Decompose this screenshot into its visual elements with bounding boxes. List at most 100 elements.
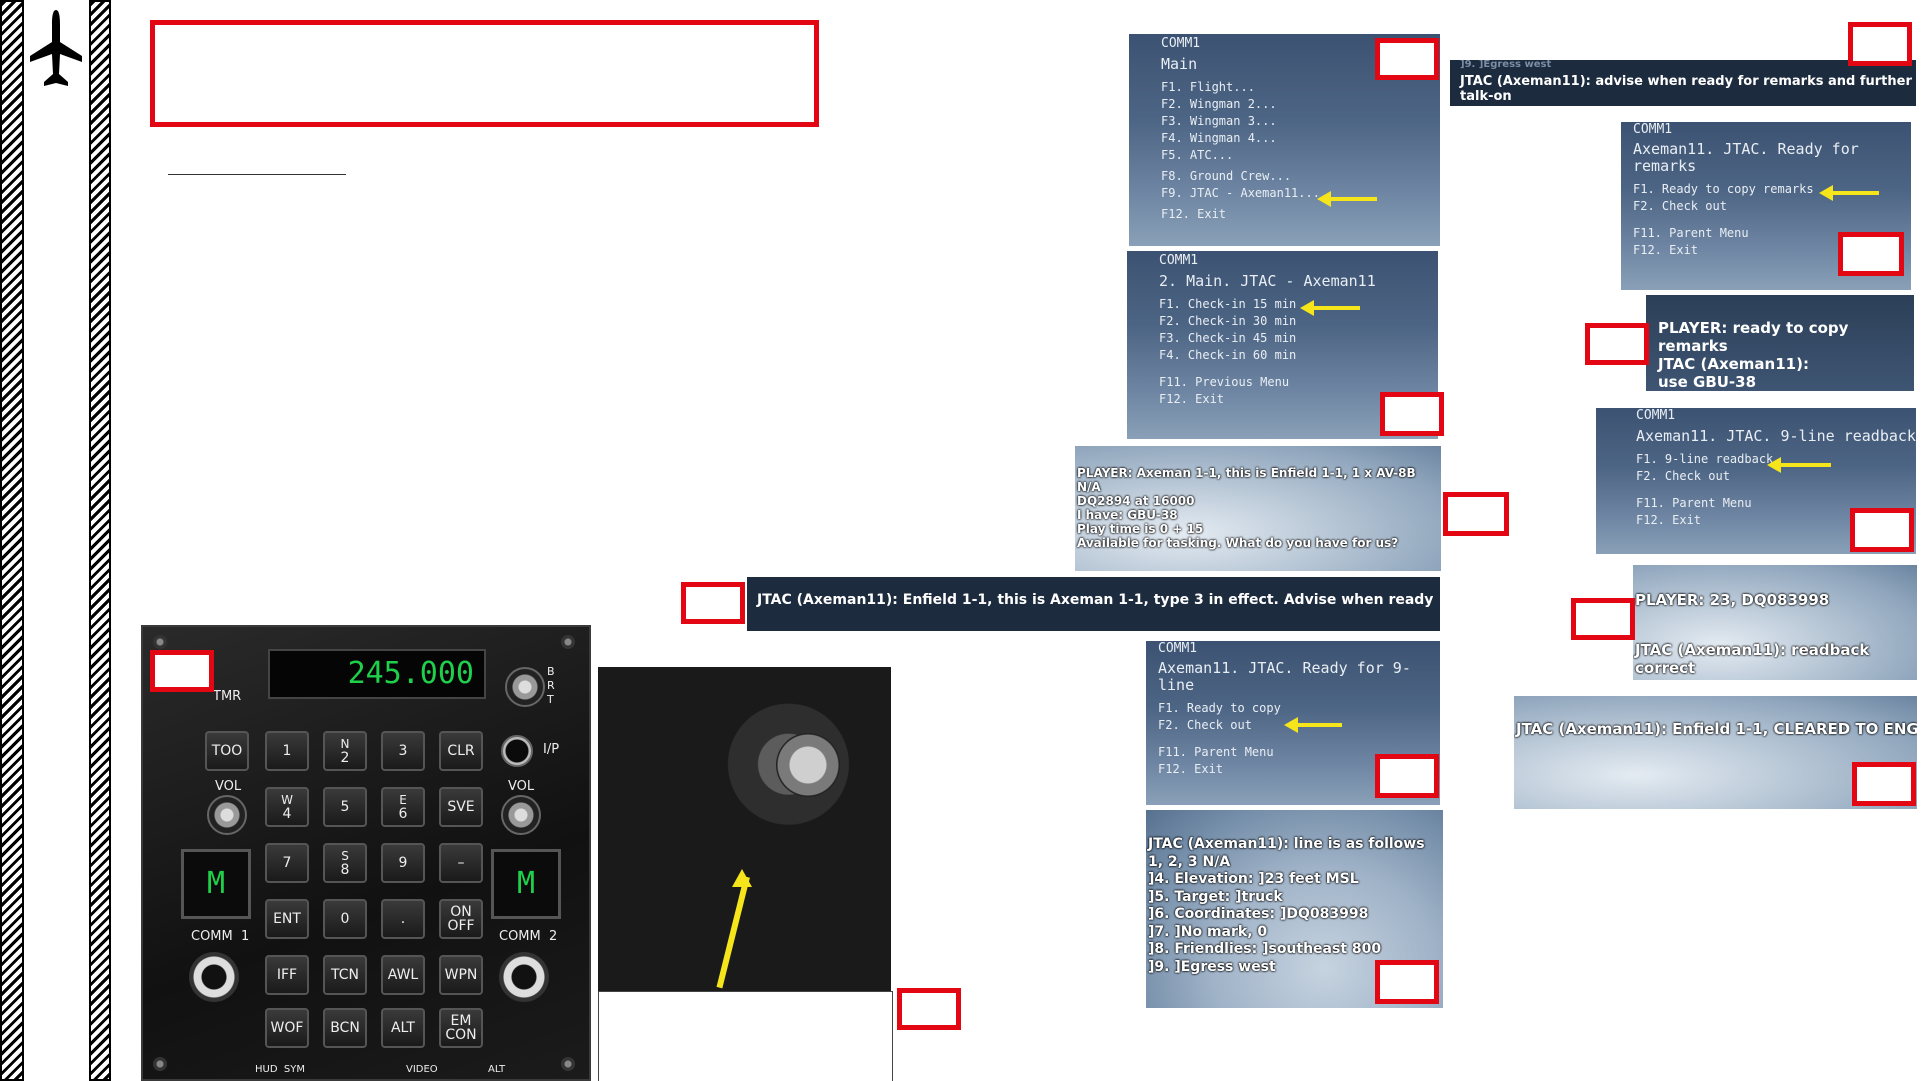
message-line: PLAYER: 23, DQ083998 (1635, 591, 1830, 609)
vol-label-left: VOL (215, 779, 242, 794)
screw-icon (153, 1057, 167, 1071)
airplane-icon (28, 8, 84, 92)
menu-header: COMM1 (1158, 641, 1198, 656)
type3-message-bar: JTAC (Axeman11): Enfield 1-1, this is Ax… (747, 577, 1440, 654)
menu-item[interactable]: F2. Check out (1633, 198, 1911, 215)
vol-knob-right[interactable] (501, 795, 541, 835)
frequency-display: 245.000 (268, 649, 486, 699)
message-line: 1, 2, 3 N/A (1148, 853, 1231, 870)
em-con-key[interactable]: EM CON (439, 1008, 483, 1048)
message-line: ]4. Elevation: ]23 feet MSL (1148, 871, 1359, 887)
menu-header: COMM1 (1636, 408, 1676, 423)
menu-item-jtac[interactable]: F9. JTAC - Axeman11... (1161, 185, 1440, 202)
message-line: ]6. Coordinates: ]DQ083998 (1148, 906, 1369, 922)
menu-item[interactable]: F2. Wingman 2... (1161, 96, 1440, 113)
key-8[interactable]: S8 (323, 843, 367, 883)
yellow-arrow-icon (1767, 457, 1831, 473)
menu-item-ready-to-copy-remarks[interactable]: F1. Ready to copy remarks (1633, 181, 1911, 198)
message-line: ]8. Friendlies: ]southeast 800 (1148, 941, 1382, 957)
brightness-knob[interactable] (505, 667, 545, 707)
brt-label-b: B (547, 665, 555, 678)
highlight-box (1375, 754, 1439, 798)
menu-item[interactable]: F2. Check-in 30 min (1159, 313, 1438, 330)
cockpit-switch-photo (598, 667, 891, 991)
key-7[interactable]: 7 (265, 843, 309, 883)
highlight-box (1571, 598, 1635, 640)
key-9[interactable]: 9 (381, 843, 425, 883)
message-line: PLAYER: Axeman 1-1, this is Enfield 1-1,… (1077, 466, 1416, 494)
comm2-knob[interactable] (499, 952, 549, 1002)
sve-key[interactable]: SVE (439, 787, 483, 827)
tcn-key[interactable]: TCN (323, 955, 367, 995)
message-line: PLAYER: ready to copy remarks (1658, 319, 1849, 355)
menu-title: Axeman11. JTAC. 9-line readback (1636, 427, 1916, 445)
key-6[interactable]: E6 (381, 787, 425, 827)
title-highlight-box (150, 20, 819, 127)
yellow-pointer-icon (716, 876, 750, 989)
highlight-box (1443, 492, 1509, 536)
on-off-key[interactable]: ON OFF (439, 899, 483, 939)
menu-item[interactable]: F4. Check-in 60 min (1159, 347, 1438, 364)
advise-remarks-bar: ]9. ]Egress west JTAC (Axeman11): advise… (1450, 60, 1916, 106)
menu-item-exit[interactable]: F12. Exit (1161, 206, 1440, 223)
menu-header: COMM1 (1159, 253, 1199, 268)
vol-knob-left[interactable] (207, 795, 247, 835)
highlight-box (1375, 38, 1439, 80)
ip-button[interactable] (501, 735, 533, 767)
message-line: I have: GBU-38 (1077, 508, 1178, 522)
highlight-box (1585, 323, 1649, 365)
bottom-label: VIDEO (406, 1064, 438, 1075)
bcn-key[interactable]: BCN (323, 1008, 367, 1048)
comm2-channel-display: M (491, 849, 561, 919)
brt-label-t: T (547, 693, 554, 706)
yellow-arrow-icon (1300, 300, 1360, 316)
dash-key[interactable]: – (439, 843, 483, 883)
too-key[interactable]: TOO (205, 731, 249, 771)
menu-item[interactable]: F1. Flight... (1161, 79, 1440, 96)
key-1[interactable]: 1 (265, 731, 309, 771)
wpn-key[interactable]: WPN (439, 955, 483, 995)
awl-key[interactable]: AWL (381, 955, 425, 995)
message-line: JTAC (Axeman11): (1658, 355, 1809, 373)
comm1-label: COMM 1 (191, 929, 250, 944)
key-4[interactable]: W4 (265, 787, 309, 827)
faded-line: ]9. ]Egress west (1460, 60, 1552, 70)
highlight-box (1375, 960, 1439, 1004)
key-2[interactable]: N2 (323, 731, 367, 771)
checkin-message: PLAYER: Axeman 1-1, this is Enfield 1-1,… (1075, 446, 1441, 571)
key-3[interactable]: 3 (381, 731, 425, 771)
key-0[interactable]: 0 (323, 899, 367, 939)
iff-key[interactable]: IFF (265, 955, 309, 995)
alt-key[interactable]: ALT (381, 1008, 425, 1048)
yellow-arrow-icon (1317, 191, 1377, 207)
message-text: JTAC (Axeman11): Enfield 1-1, CLEARED TO… (1516, 720, 1917, 738)
message-line: JTAC (Axeman11): line is as follows (1148, 836, 1425, 852)
remarks-message: PLAYER: ready to copy remarks JTAC (Axem… (1646, 295, 1914, 391)
ent-key[interactable]: ENT (265, 899, 309, 939)
knob-cap (776, 733, 840, 797)
dot-key[interactable]: . (381, 899, 425, 939)
menu-item[interactable]: F3. Wingman 3... (1161, 113, 1440, 130)
comm1-knob[interactable] (189, 952, 239, 1002)
menu-item-ready-to-copy[interactable]: F1. Ready to copy (1158, 700, 1440, 717)
ip-label: I/P (543, 742, 560, 757)
menu-title: 2. Main. JTAC - Axeman11 (1159, 272, 1376, 290)
highlight-box (1852, 762, 1916, 806)
menu-item-checkin-15[interactable]: F1. Check-in 15 min (1159, 296, 1438, 313)
message-line: Play time is 0 + 15 (1077, 522, 1204, 536)
menu-item[interactable]: F11. Previous Menu (1159, 374, 1438, 391)
menu-item[interactable]: F8. Ground Crew... (1161, 168, 1440, 185)
title-underline (168, 174, 346, 175)
menu-item[interactable]: F3. Check-in 45 min (1159, 330, 1438, 347)
highlight-box (1838, 232, 1904, 276)
key-5[interactable]: 5 (323, 787, 367, 827)
menu-title: Axeman11. JTAC. Ready for 9-line (1158, 659, 1411, 694)
highlight-box (1380, 392, 1444, 436)
clr-key[interactable]: CLR (439, 731, 483, 771)
message-line: ]7. ]No mark, 0 (1148, 923, 1268, 940)
menu-item[interactable]: F4. Wingman 4... (1161, 130, 1440, 147)
menu-item[interactable]: F5. ATC... (1161, 147, 1440, 164)
wof-key[interactable]: WOF (265, 1008, 309, 1048)
menu-header: COMM1 (1633, 122, 1673, 137)
screw-icon (561, 635, 575, 649)
